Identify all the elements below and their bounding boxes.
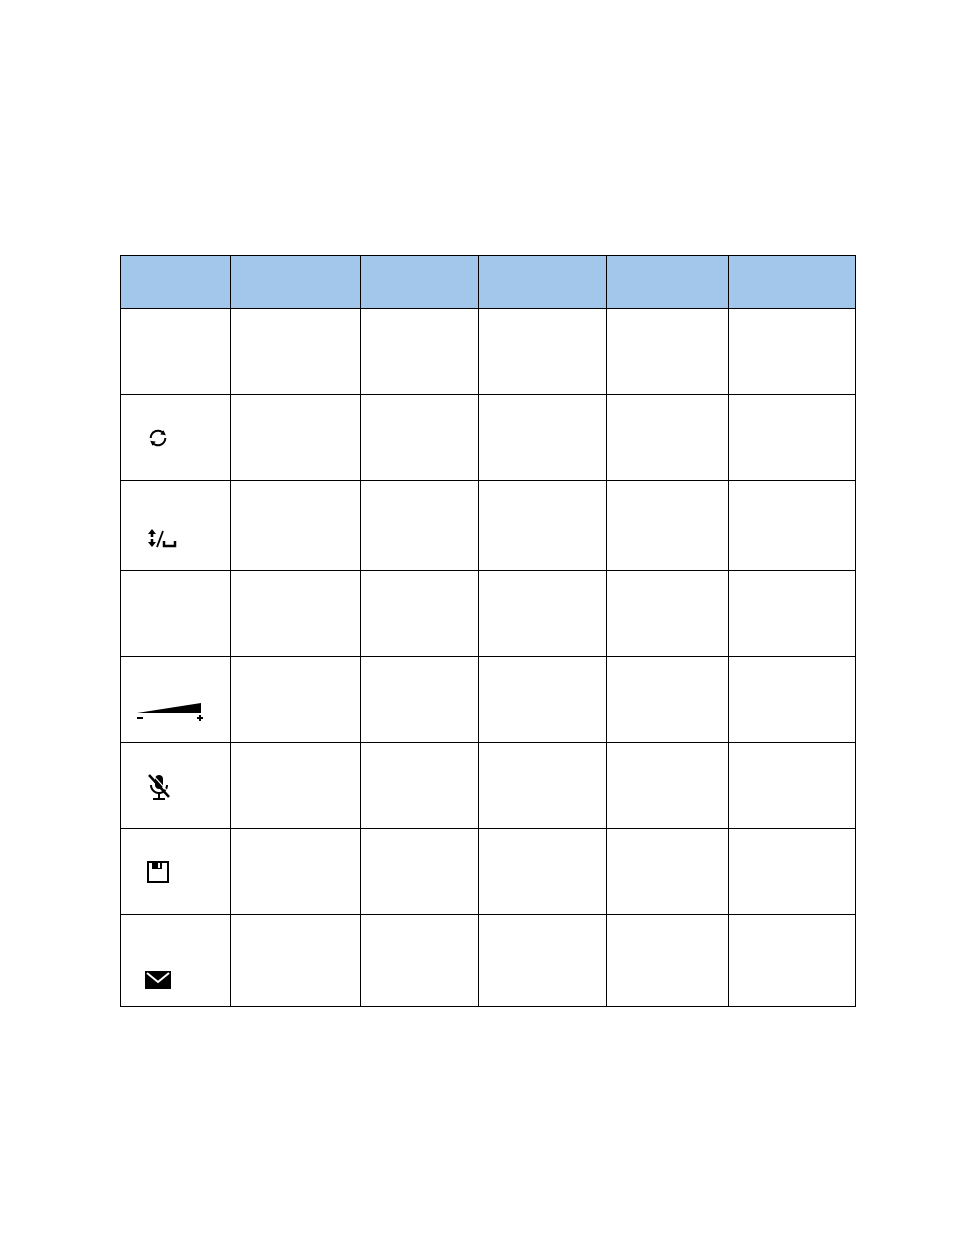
table-row — [121, 309, 856, 395]
cell — [121, 743, 231, 829]
cell — [121, 395, 231, 481]
document-page — [0, 0, 954, 1235]
header-cell — [607, 256, 729, 309]
table-row — [121, 395, 856, 481]
table-row — [121, 571, 856, 657]
table-row — [121, 657, 856, 743]
save-icon — [147, 861, 169, 883]
table-row — [121, 743, 856, 829]
header-cell — [729, 256, 856, 309]
table-row — [121, 829, 856, 915]
header-cell — [231, 256, 361, 309]
volume-slider-icon — [135, 699, 207, 723]
icon-table — [120, 255, 856, 1007]
cell — [121, 481, 231, 571]
cell — [121, 309, 231, 395]
header-cell — [121, 256, 231, 309]
sync-icon — [147, 427, 169, 449]
mic-muted-icon — [147, 773, 171, 803]
table-header — [121, 256, 856, 309]
header-cell — [479, 256, 607, 309]
table-row — [121, 915, 856, 1007]
table-row — [121, 481, 856, 571]
cell — [121, 829, 231, 915]
line-spacing-icon — [147, 529, 177, 551]
cell — [121, 571, 231, 657]
cell — [121, 657, 231, 743]
mail-icon — [145, 971, 171, 989]
cell — [121, 915, 231, 1007]
header-cell — [361, 256, 479, 309]
